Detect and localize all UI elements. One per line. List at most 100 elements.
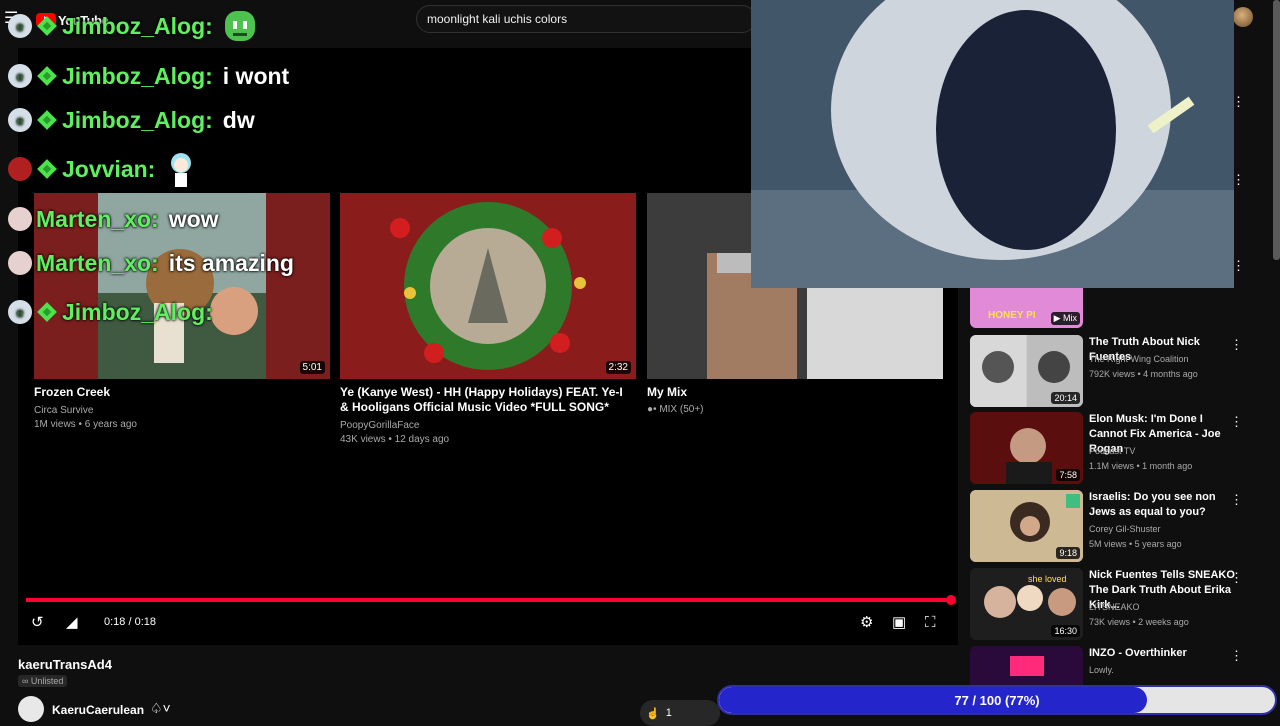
sidebar-channel[interactable]: LITSNEAKO (1089, 602, 1140, 612)
video-duration: 7:58 (1056, 469, 1080, 481)
video-meta: 1M views • 6 years ago (34, 419, 137, 430)
goal-progress-bar: 77 / 100 (77%) (717, 685, 1277, 715)
sidebar-meta: 792K views • 4 months ago (1089, 369, 1198, 379)
green-diamond-badge-icon (36, 15, 58, 37)
playlist-icon: ▶ (1053, 313, 1063, 323)
mix-count: MIX (50+) (659, 404, 704, 415)
chat-avatar: e (8, 64, 32, 88)
more-options-icon[interactable]: ⋮ (1230, 648, 1243, 664)
sidebar-video[interactable]: 20:14 The Truth About Nick Fuentes The R… (970, 335, 1270, 407)
chat-username: Jimboz_Alog: (62, 106, 213, 133)
chat-text: dw (222, 106, 255, 133)
chat-message: e Jimboz_Alog: dw (8, 106, 255, 134)
more-options-icon[interactable]: ⋮ (1232, 94, 1245, 110)
more-options-icon[interactable]: ⋮ (1232, 172, 1245, 188)
link-icon: ∞ (22, 676, 31, 686)
chat-username: Jimboz_Alog: (62, 298, 213, 325)
more-options-icon[interactable]: ⋮ (1230, 492, 1243, 508)
chat-username: Jimboz_Alog: (62, 62, 213, 89)
webcam-overlay (751, 0, 1234, 288)
chat-message: e Jimboz_Alog: (8, 11, 257, 41)
sidebar-meta: 1.1M views • 1 month ago (1089, 461, 1193, 471)
like-button[interactable]: ☝ 1 (640, 700, 720, 726)
sidebar-video[interactable]: 9:18 Israelis: Do you see non Jews as eq… (970, 490, 1270, 562)
thumbnail-art (340, 193, 636, 379)
search-query: moonlight kali uchis colors (427, 12, 568, 26)
video-duration: 20:14 (1051, 392, 1080, 404)
progress-scrubber[interactable] (946, 595, 956, 605)
chat-avatar: e (8, 300, 32, 324)
sidebar-thumbnail[interactable]: 9:18 (970, 490, 1083, 562)
sidebar-channel[interactable]: Lowly. (1089, 665, 1114, 675)
sidebar-video[interactable]: she loved 16:30 Nick Fuentes Tells SNEAK… (970, 568, 1270, 640)
more-options-icon[interactable]: ⋮ (1230, 337, 1243, 353)
sidebar-video-title[interactable]: INZO - Overthinker (1089, 646, 1239, 661)
scrollbar[interactable] (1273, 0, 1280, 260)
video-title[interactable]: Frozen Creek (34, 385, 324, 400)
volume-icon[interactable]: ◢ (66, 614, 78, 632)
channel-name[interactable]: PoopyGorillaFace (340, 419, 419, 433)
visibility-label: Unlisted (30, 676, 64, 686)
mix-badge: ▶ Mix (1050, 312, 1080, 325)
video-title[interactable]: Ye (Kanye West) - HH (Happy Holidays) FE… (340, 385, 630, 415)
chat-text: i wont (222, 62, 290, 89)
green-diamond-badge-icon (36, 109, 58, 131)
webcam-image (751, 0, 1234, 288)
like-count: 1 (665, 707, 672, 719)
more-options-icon[interactable]: ⋮ (1232, 258, 1245, 274)
chat-username: Jovvian: (62, 155, 156, 182)
fullscreen-icon[interactable]: ⛶ (925, 614, 936, 632)
video-title: kaeruTransAd4 (18, 657, 112, 672)
thumbnail-art (970, 646, 1083, 686)
green-blob-emote (224, 11, 255, 41)
chat-avatar: e (8, 108, 32, 132)
sidebar-thumbnail[interactable]: she loved 16:30 (970, 568, 1083, 640)
sidebar-video[interactable]: 7:58 Elon Musk: I'm Done I Cannot Fix Am… (970, 412, 1270, 484)
account-avatar[interactable] (1233, 7, 1253, 27)
sidebar-thumbnail[interactable] (970, 646, 1083, 686)
bell-icon[interactable]: ♤˅ (150, 700, 171, 717)
chat-avatar (8, 157, 32, 181)
chat-message: Marten_xo: wow (8, 205, 219, 233)
chat-message: e Jimboz_Alog: i wont (8, 62, 289, 90)
channel-name[interactable]: Circa Survive (34, 404, 93, 418)
sidebar-channel[interactable]: Corey Gil-Shuster (1089, 524, 1161, 534)
sidebar-video[interactable]: HONEY PI ▶ Mix (970, 288, 1270, 328)
chat-text: wow (168, 205, 219, 232)
replay-icon[interactable]: ↺ (31, 614, 44, 632)
video-duration: 9:18 (1056, 547, 1080, 559)
sidebar-thumbnail[interactable]: HONEY PI ▶ Mix (970, 288, 1083, 328)
video-duration: 16:30 (1051, 625, 1080, 637)
chat-username: Marten_xo: (36, 205, 159, 232)
thumbnail-caption: she loved (1028, 574, 1067, 584)
sidebar-channel[interactable]: Podcast TV (1089, 446, 1135, 456)
progress-bar[interactable] (26, 598, 952, 602)
chat-avatar (8, 251, 32, 275)
video-title[interactable]: My Mix (647, 385, 937, 400)
more-options-icon[interactable]: ⋮ (1230, 570, 1243, 586)
sidebar-thumbnail[interactable]: 7:58 (970, 412, 1083, 484)
chat-message: e Jimboz_Alog: (8, 298, 223, 326)
thumbs-up-icon: ☝ (646, 707, 660, 720)
channel-name[interactable]: KaeruCaerulean (52, 703, 144, 717)
video-duration: 5:01 (299, 361, 325, 374)
sidebar-meta: 73K views • 2 weeks ago (1089, 617, 1189, 627)
mix-icon: ●• (647, 404, 660, 415)
channel-avatar[interactable] (18, 696, 44, 722)
sidebar-thumbnail[interactable]: 20:14 (970, 335, 1083, 407)
time-display: 0:18 / 0:18 (104, 616, 156, 628)
chat-username: Jimboz_Alog: (62, 12, 213, 39)
video-thumbnail[interactable]: 2:32 (340, 193, 636, 379)
sidebar-meta: 5M views • 5 years ago (1089, 539, 1182, 549)
goal-progress-label: 77 / 100 (77%) (954, 692, 1040, 708)
search-input[interactable]: moonlight kali uchis colors (416, 5, 756, 33)
chat-message: Jovvian: (8, 153, 197, 187)
more-options-icon[interactable]: ⋮ (1230, 414, 1243, 430)
settings-gear-icon[interactable]: ⚙ (860, 614, 873, 632)
video-meta: 43K views • 12 days ago (340, 434, 450, 445)
sidebar-channel[interactable]: The Right Wing Coalition (1089, 354, 1189, 364)
sidebar-video-title[interactable]: Israelis: Do you see non Jews as equal t… (1089, 490, 1239, 520)
chat-avatar (8, 207, 32, 231)
chat-username: Marten_xo: (36, 249, 159, 276)
theater-mode-icon[interactable]: ▣ (892, 614, 906, 632)
